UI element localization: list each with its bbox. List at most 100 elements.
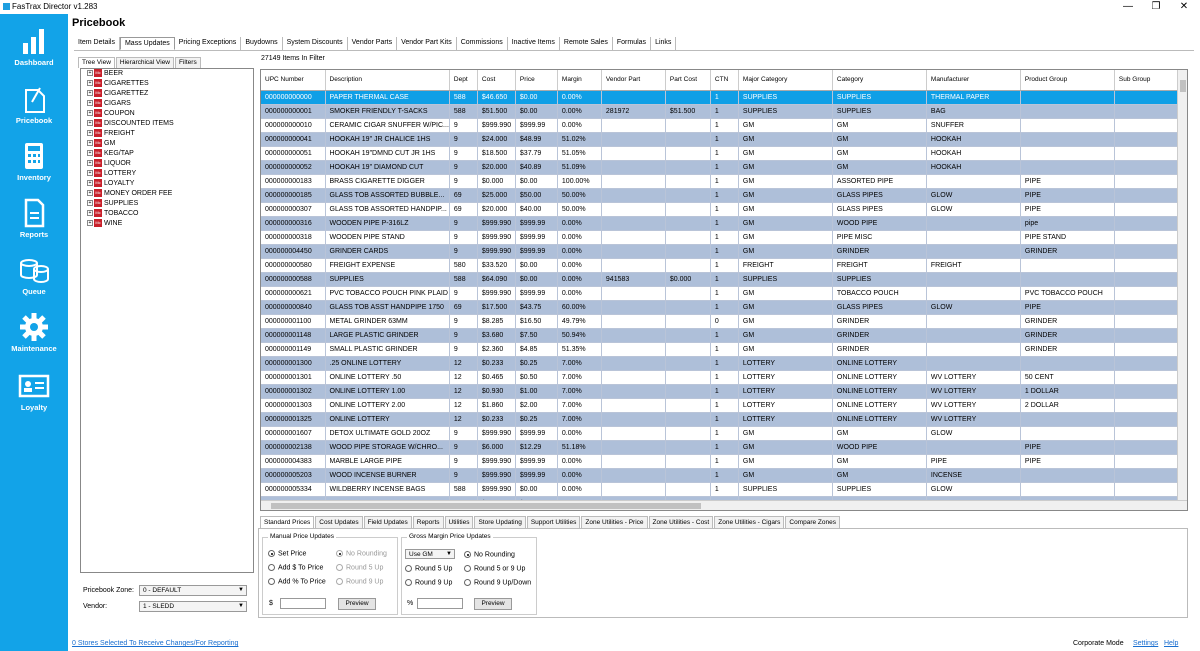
column-header[interactable]: Part Cost	[665, 70, 711, 91]
expand-icon[interactable]: +	[87, 180, 93, 187]
column-header[interactable]: Cost	[477, 70, 516, 91]
scroll-thumb[interactable]	[1180, 80, 1186, 92]
round5-radio[interactable]: Round 5 Up	[336, 564, 383, 571]
expand-icon[interactable]: +	[87, 170, 93, 177]
tree-item[interactable]: + Mc GM	[81, 139, 253, 149]
no-rounding-radio[interactable]: No Rounding	[336, 550, 387, 557]
column-header[interactable]: Price	[515, 70, 558, 91]
column-header[interactable]: Product Group	[1020, 70, 1115, 91]
table-row[interactable]: 000000000051 HOOKAH 19"DMND CUT JR 1HS 9 $1…	[261, 146, 1184, 161]
tab-zone-utilities-price[interactable]: Zone Utilities - Price	[581, 516, 648, 528]
tree-item[interactable]: + Mc LOTTERY	[81, 169, 253, 179]
tree-item[interactable]: + Mc MONEY ORDER FEE	[81, 189, 253, 199]
table-row[interactable]: 000000000041 HOOKAH 19" JR CHALICE 1HS 9 $2…	[261, 132, 1184, 147]
tab-tree-view[interactable]: Tree View	[78, 57, 115, 68]
tab-filters[interactable]: Filters	[175, 57, 201, 68]
gm-round5-radio[interactable]: Round 5 Up	[405, 565, 452, 572]
table-row[interactable]: 000000001301 ONLINE LOTTERY .50 12 $0.465 $0…	[261, 370, 1184, 385]
tree-item[interactable]: + Mc BEER	[81, 69, 253, 79]
tab-zone-utilities-cost[interactable]: Zone Utilities - Cost	[648, 516, 714, 528]
table-row[interactable]: 000000000183 BRASS CIGARETTE DIGGER 9 $0.00…	[261, 174, 1184, 189]
tree-item[interactable]: + Mc DISCOUNTED ITEMS	[81, 119, 253, 129]
column-header[interactable]: UPC Number	[261, 70, 326, 91]
expand-icon[interactable]: +	[87, 160, 93, 167]
tab-zone-utilities-cigars[interactable]: Zone Utilities - Cigars	[714, 516, 785, 528]
table-row[interactable]: 000000001325 ONLINE LOTTERY 12 $0.233 $0.25 7…	[261, 412, 1184, 427]
expand-icon[interactable]: +	[87, 220, 93, 227]
table-row[interactable]: 000000000588 SUPPLIES 588 $64.090 $0.00 0.00%…	[261, 272, 1184, 287]
tab-cost-updates[interactable]: Cost Updates	[315, 516, 363, 528]
tab-buydowns[interactable]: Buydowns	[241, 37, 283, 50]
tree-item[interactable]: + Mc SUPPLIES	[81, 199, 253, 209]
table-row[interactable]: 000000001149 SMALL PLASTIC GRINDER 9 $2.360…	[261, 342, 1184, 357]
settings-link[interactable]: Settings	[1133, 640, 1158, 647]
expand-icon[interactable]: +	[87, 100, 93, 107]
gm-round59-radio[interactable]: Round 5 or 9 Up	[464, 565, 525, 572]
table-row[interactable]: 000000001300.25 ONLINE LOTTERY 12 $0.233 $0…	[261, 356, 1184, 371]
tree-item[interactable]: + Mc CIGARS	[81, 99, 253, 109]
tab-links[interactable]: Links	[651, 37, 677, 50]
tree-item[interactable]: + Mc WINE	[81, 219, 253, 229]
tree-item[interactable]: + Mc COUPON	[81, 109, 253, 119]
gm-no-rounding-radio[interactable]: No Rounding	[464, 551, 515, 558]
zone-select[interactable]: 0 - DEFAULT ▼	[139, 585, 247, 596]
expand-icon[interactable]: +	[87, 80, 93, 87]
horizontal-scrollbar[interactable]	[261, 500, 1187, 510]
gm-preview-button[interactable]: Preview	[474, 598, 512, 610]
tab-mass-updates[interactable]: Mass Updates	[119, 37, 175, 50]
expand-icon[interactable]: +	[87, 130, 93, 137]
expand-icon[interactable]: +	[87, 150, 93, 157]
tab-system-discounts[interactable]: System Discounts	[283, 37, 348, 50]
table-row[interactable]: 000000001100 METAL GRINDER 63MM 9 $8.285 $16…	[261, 314, 1184, 329]
add-percent-radio[interactable]: Add % To Price	[268, 578, 326, 585]
table-row[interactable]: 000000000621 PVC TOBACCO POUCH PINK PLAID…	[261, 286, 1184, 301]
table-row[interactable]: 000000000316 WOODEN PIPE P-316LZ 9 $999.990…	[261, 216, 1184, 231]
table-row[interactable]: 000000001303 ONLINE LOTTERY 2.00 12 $1.860 $…	[261, 398, 1184, 413]
expand-icon[interactable]: +	[87, 190, 93, 197]
table-row[interactable]: 000000004383 MARBLE LARGE PIPE 9 $999.990 $9…	[261, 454, 1184, 469]
tree-item[interactable]: + Mc CIGARETTEZ	[81, 89, 253, 99]
expand-icon[interactable]: +	[87, 200, 93, 207]
nav-reports[interactable]: Reports	[0, 198, 68, 248]
tree-item[interactable]: + Mc CIGARETTES	[81, 79, 253, 89]
expand-icon[interactable]: +	[87, 140, 93, 147]
table-row[interactable]: 000000000185 GLASS TOB ASSORTED BUBBLE...…	[261, 188, 1184, 203]
tab-vendor-part-kits[interactable]: Vendor Part Kits	[397, 37, 457, 50]
tab-commissions[interactable]: Commissions	[457, 37, 508, 50]
nav-queue[interactable]: Queue	[0, 255, 68, 305]
minimize-icon[interactable]: —	[1116, 0, 1140, 14]
tree-item[interactable]: + Mc LIQUOR	[81, 159, 253, 169]
nav-pricebook[interactable]: Pricebook	[0, 84, 68, 134]
manual-preview-button[interactable]: Preview	[338, 598, 376, 610]
table-row[interactable]: 000000001148 LARGE PLASTIC GRINDER 9 $3.680…	[261, 328, 1184, 343]
tab-reports[interactable]: Reports	[412, 516, 444, 528]
tab-vendor-parts[interactable]: Vendor Parts	[348, 37, 398, 50]
table-row[interactable]: 000000004450 GRINDER CARDS 9 $999.990 $999.9…	[261, 244, 1184, 259]
tree-item[interactable]: + Mc TOBACCO	[81, 209, 253, 219]
add-dollar-radio[interactable]: Add $ To Price	[268, 564, 323, 571]
table-row[interactable]: 000000000001 SMOKER FRIENDLY T-SACKS 588 $5…	[261, 104, 1184, 119]
column-header[interactable]: Category	[832, 70, 927, 91]
expand-icon[interactable]: +	[87, 110, 93, 117]
restore-icon[interactable]: ❐	[1144, 0, 1168, 14]
table-row[interactable]: 000000000580 FREIGHT EXPENSE 580 $33.520 $0.…	[261, 258, 1184, 273]
category-tree[interactable]: + Mc BEER + Mc CIGARETTES + Mc CIGARETTEZ + Mc CIGA…	[80, 68, 254, 573]
margin-input[interactable]	[417, 598, 463, 609]
column-header[interactable]: Vendor Part	[601, 70, 666, 91]
gm-round9-radio[interactable]: Round 9 Up	[405, 579, 452, 586]
column-header[interactable]: Margin	[557, 70, 602, 91]
expand-icon[interactable]: +	[87, 120, 93, 127]
column-header[interactable]: CTN	[710, 70, 739, 91]
table-row[interactable]: 000000000840 GLASS TOB ASST HANDPIPE 1750…	[261, 300, 1184, 315]
gm-select[interactable]: Use GM ▼	[405, 549, 455, 559]
column-header[interactable]: Major Category	[738, 70, 833, 91]
table-row[interactable]: 000000000307 GLASS TOB ASSORTED HANDPIP..…	[261, 202, 1184, 217]
tab-inactive-items[interactable]: Inactive Items	[508, 37, 560, 50]
tab-formulas[interactable]: Formulas	[613, 37, 652, 50]
gm-round9-down-radio[interactable]: Round 9 Up/Down	[464, 579, 531, 586]
column-header[interactable]: Description	[325, 70, 450, 91]
tab-item-details[interactable]: Item Details	[74, 37, 120, 50]
table-row[interactable]: 000000000010 CERAMIC CIGAR SNUFFER W/PIC.…	[261, 118, 1184, 133]
tab-compare-zones[interactable]: Compare Zones	[785, 516, 840, 528]
vertical-scrollbar[interactable]	[1177, 70, 1187, 501]
